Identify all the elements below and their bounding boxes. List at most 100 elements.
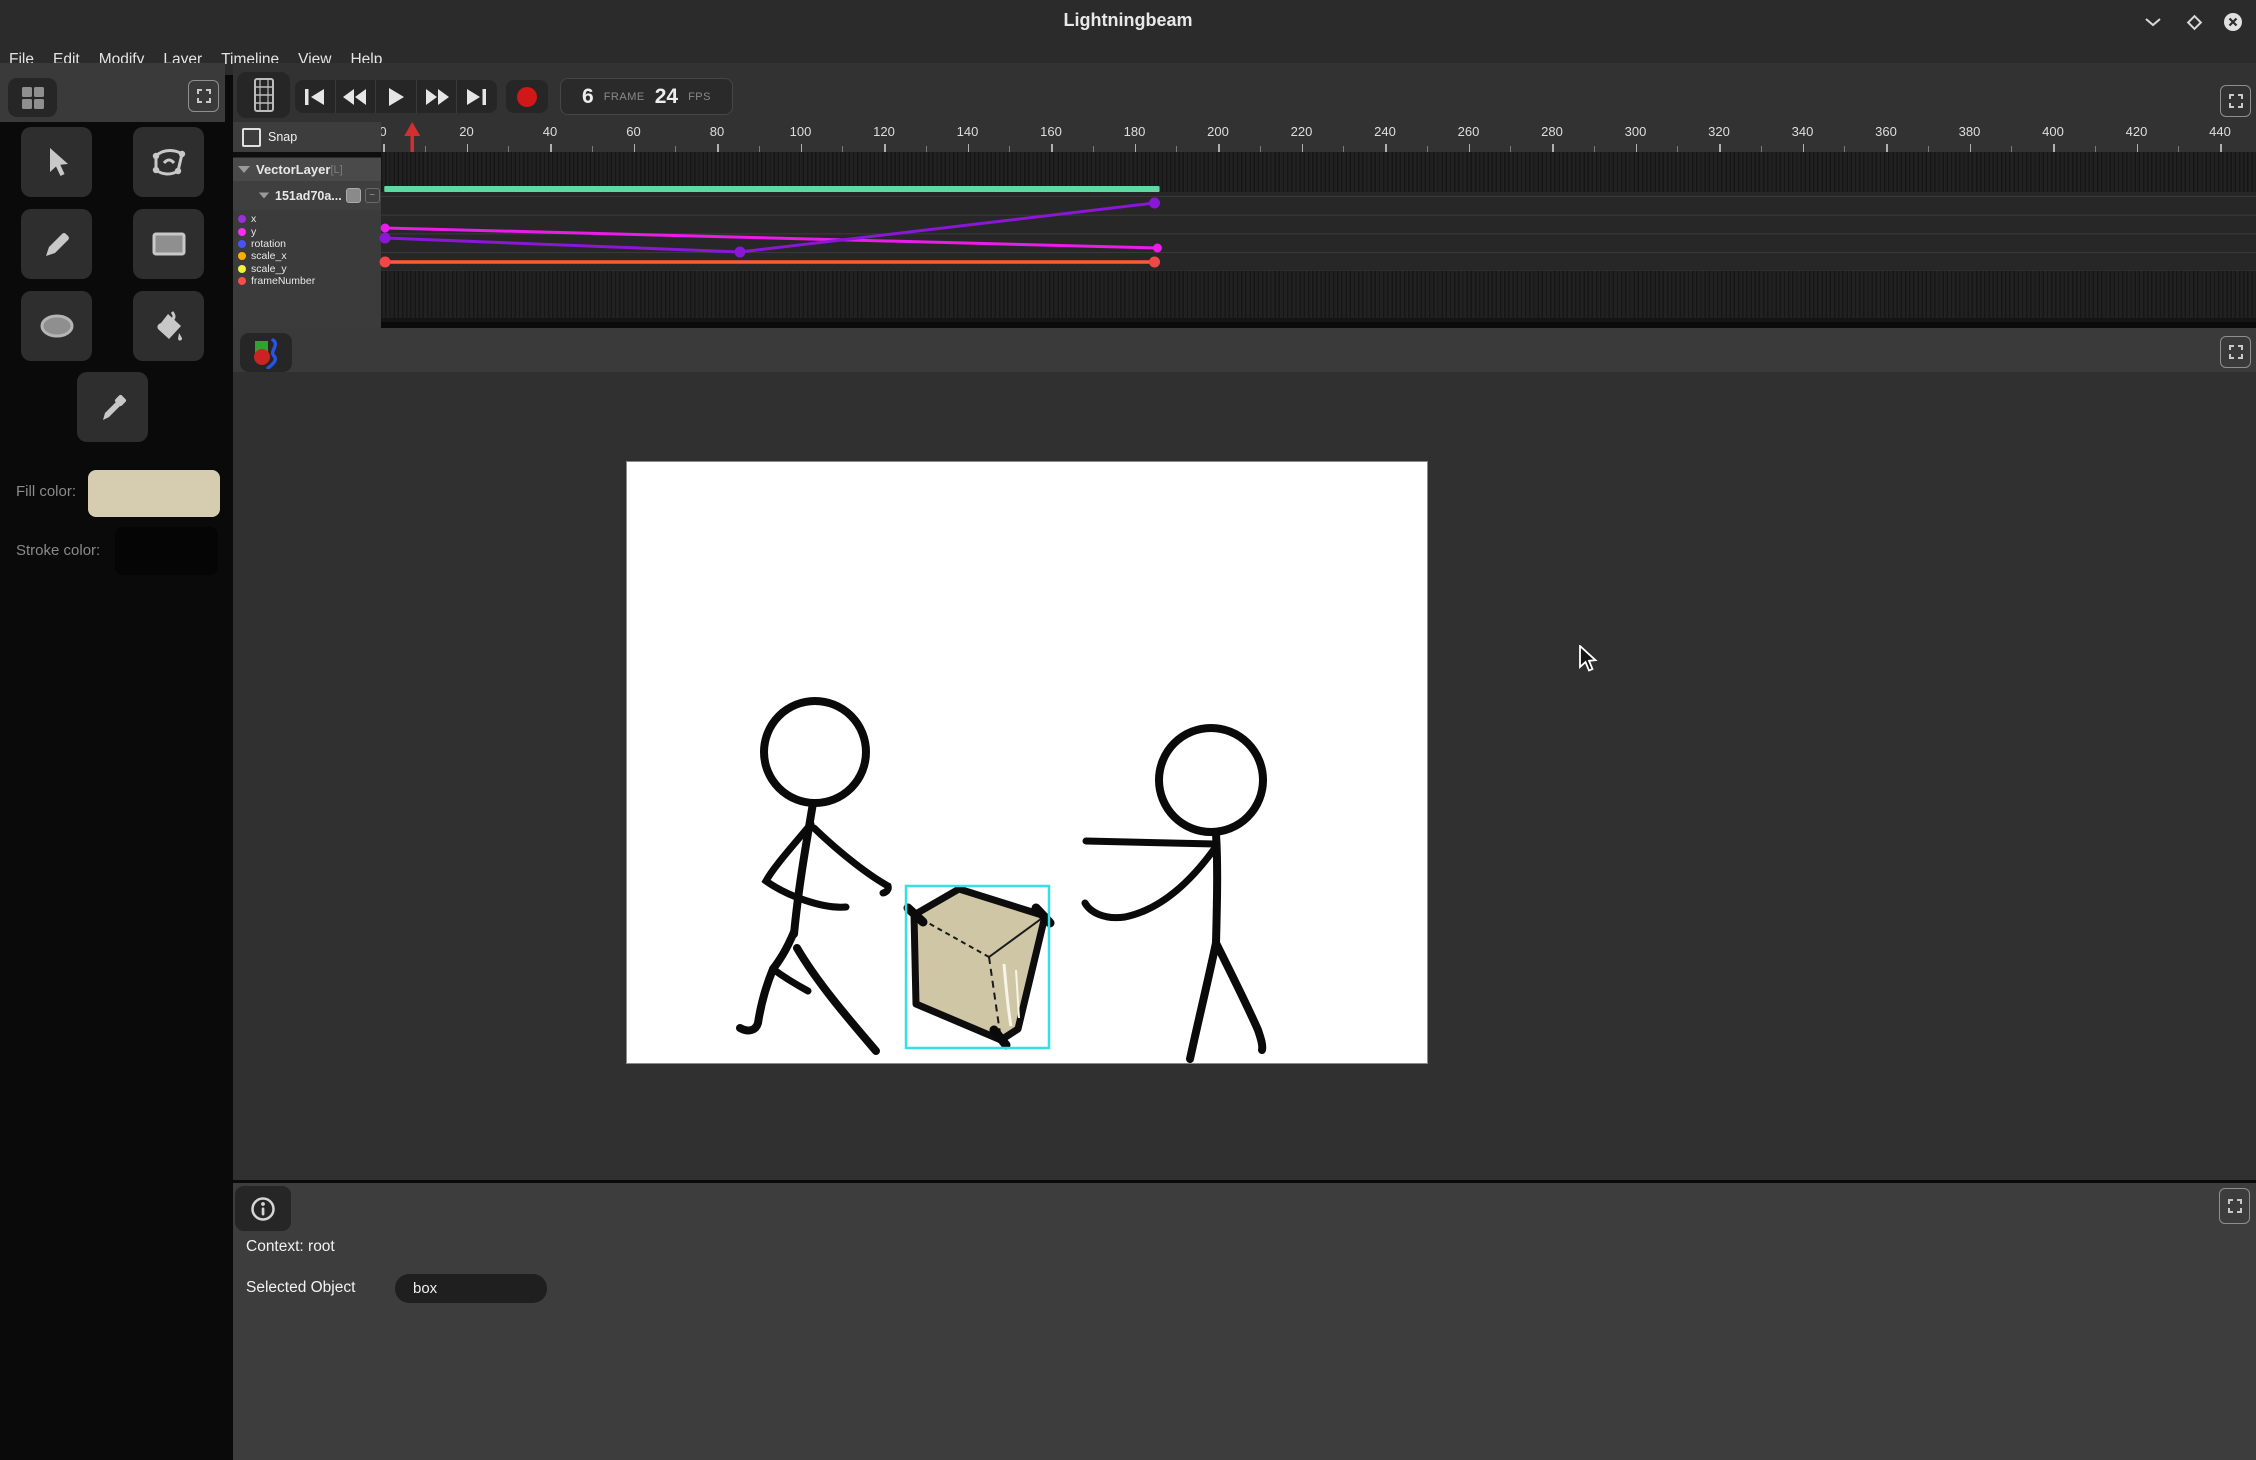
object-row[interactable]: 151ad70a... ~ bbox=[233, 181, 381, 210]
fps-value: 24 bbox=[655, 85, 678, 109]
pencil-tool-button[interactable] bbox=[21, 209, 92, 279]
close-button[interactable] bbox=[2222, 11, 2244, 33]
ruler-label-200: 200 bbox=[1198, 124, 1238, 139]
ruler-label-240: 240 bbox=[1365, 124, 1405, 139]
object-visibility-button[interactable] bbox=[346, 188, 361, 203]
stroke-color-label: Stroke color: bbox=[16, 542, 100, 559]
rewind-icon bbox=[343, 89, 367, 105]
layer-panel: Snap VectorLayer [L] 151ad70a... ~ xyrot… bbox=[233, 122, 381, 322]
maximize-button[interactable] bbox=[2183, 11, 2205, 33]
skip-start-button[interactable] bbox=[295, 80, 336, 113]
path-tool-button[interactable] bbox=[133, 127, 204, 197]
ruler-label-140: 140 bbox=[948, 124, 988, 139]
ruler-tick bbox=[1970, 144, 1972, 152]
selected-object-value[interactable]: box bbox=[395, 1274, 547, 1303]
context-text: Context: root bbox=[246, 1238, 335, 1256]
property-color-dot bbox=[238, 277, 246, 285]
ruler-label-400: 400 bbox=[2033, 124, 2073, 139]
object-id: 151ad70a... bbox=[275, 189, 342, 203]
property-row-y[interactable]: y bbox=[233, 225, 381, 237]
chevron-down-icon bbox=[2145, 18, 2161, 27]
sidebar-header bbox=[0, 63, 225, 122]
property-color-dot bbox=[238, 215, 246, 223]
close-icon bbox=[2223, 12, 2243, 32]
layer-row-vectorlayer[interactable]: VectorLayer [L] bbox=[233, 157, 381, 181]
frame-caption: FRAME bbox=[604, 91, 645, 103]
object-curve-toggle-button[interactable]: ~ bbox=[365, 188, 380, 203]
sidebar-expand-button[interactable] bbox=[188, 80, 219, 112]
property-row-rotation[interactable]: rotation bbox=[233, 238, 381, 250]
title-bar: Lightningbeam bbox=[0, 0, 2256, 44]
frame-fps-panel: 6 FRAME 24 FPS bbox=[560, 78, 733, 115]
rewind-button[interactable] bbox=[336, 80, 377, 113]
film-button[interactable] bbox=[237, 72, 290, 118]
canvas-header bbox=[233, 328, 2256, 372]
ruler-tick bbox=[1552, 144, 1554, 152]
shapes-button[interactable] bbox=[240, 333, 292, 372]
ruler-label-320: 320 bbox=[1699, 124, 1739, 139]
curve-editor-band[interactable] bbox=[381, 192, 2256, 271]
property-row-scale_x[interactable]: scale_x bbox=[233, 250, 381, 262]
canvas-expand-button[interactable] bbox=[2220, 336, 2251, 368]
collapse-triangle-icon[interactable] bbox=[238, 166, 250, 173]
skip-end-button[interactable] bbox=[457, 80, 497, 113]
film-icon bbox=[252, 77, 276, 113]
select-tool-button[interactable] bbox=[21, 127, 92, 197]
ruler-label-80: 80 bbox=[697, 124, 737, 139]
ruler-label-100: 100 bbox=[781, 124, 821, 139]
property-color-dot bbox=[238, 265, 246, 273]
property-label: scale_x bbox=[251, 250, 287, 262]
stroke-swatch[interactable] bbox=[115, 527, 218, 575]
info-expand-button[interactable] bbox=[2219, 1188, 2250, 1224]
snap-checkbox[interactable] bbox=[242, 128, 261, 147]
minimize-button[interactable] bbox=[2142, 11, 2164, 33]
expand-icon bbox=[2228, 93, 2244, 109]
property-row-x[interactable]: x bbox=[233, 213, 381, 225]
stage-artwork bbox=[627, 462, 1427, 1063]
ruler-label-0: 0 bbox=[381, 124, 403, 139]
play-button[interactable] bbox=[376, 80, 417, 113]
info-button[interactable] bbox=[235, 1186, 291, 1231]
expand-icon bbox=[2227, 1198, 2243, 1214]
ruler-tick bbox=[467, 144, 469, 152]
frame-track-upper[interactable] bbox=[381, 152, 2256, 192]
collapse-triangle-icon[interactable] bbox=[259, 193, 269, 199]
timeline-expand-button[interactable] bbox=[2220, 85, 2251, 117]
bucket-tool-button[interactable] bbox=[133, 291, 204, 361]
fast-forward-button[interactable] bbox=[417, 80, 458, 113]
ruler-label-380: 380 bbox=[1950, 124, 1990, 139]
rectangle-tool-button[interactable] bbox=[133, 209, 204, 279]
expand-icon bbox=[2228, 344, 2244, 360]
lightningbeam-app: Lightningbeam FileEditModifyLayerTimelin… bbox=[0, 0, 2256, 1460]
property-row-scale_y[interactable]: scale_y bbox=[233, 263, 381, 275]
window-title: Lightningbeam bbox=[0, 10, 2256, 31]
eyedropper-tool-button[interactable] bbox=[77, 372, 148, 442]
ellipse-tool-button[interactable] bbox=[21, 291, 92, 361]
record-button[interactable] bbox=[506, 80, 548, 113]
ruler-tick bbox=[383, 144, 385, 152]
ruler-tick bbox=[1135, 144, 1137, 152]
ellipse-tool-icon bbox=[38, 312, 76, 340]
fill-swatch[interactable] bbox=[88, 470, 220, 517]
info-icon bbox=[250, 1196, 276, 1222]
panel-grid-button[interactable] bbox=[8, 78, 57, 117]
layer-name: VectorLayer bbox=[256, 162, 330, 177]
skip-end-icon bbox=[466, 89, 488, 105]
canvas-panel bbox=[233, 328, 2256, 1180]
ruler-label-300: 300 bbox=[1616, 124, 1656, 139]
property-row-frameNumber[interactable]: frameNumber bbox=[233, 275, 381, 287]
ruler-tick bbox=[801, 144, 803, 152]
ruler-label-360: 360 bbox=[1866, 124, 1906, 139]
timeline-panel: 6 FRAME 24 FPS 0204060801001201401601802… bbox=[233, 63, 2256, 322]
timeline-bottom-edge bbox=[233, 318, 2256, 322]
skip-start-icon bbox=[304, 89, 326, 105]
select-tool-icon bbox=[42, 146, 72, 178]
frame-track-lower[interactable] bbox=[381, 271, 2256, 318]
stage-canvas[interactable] bbox=[627, 462, 1427, 1063]
pencil-tool-icon bbox=[40, 227, 74, 261]
ruler-label-40: 40 bbox=[530, 124, 570, 139]
property-label: scale_y bbox=[251, 263, 287, 275]
snap-label: Snap bbox=[268, 130, 297, 144]
timeline-ruler[interactable]: 0204060801001201401601802002202402602803… bbox=[381, 122, 2256, 152]
ruler-label-440: 440 bbox=[2200, 124, 2240, 139]
